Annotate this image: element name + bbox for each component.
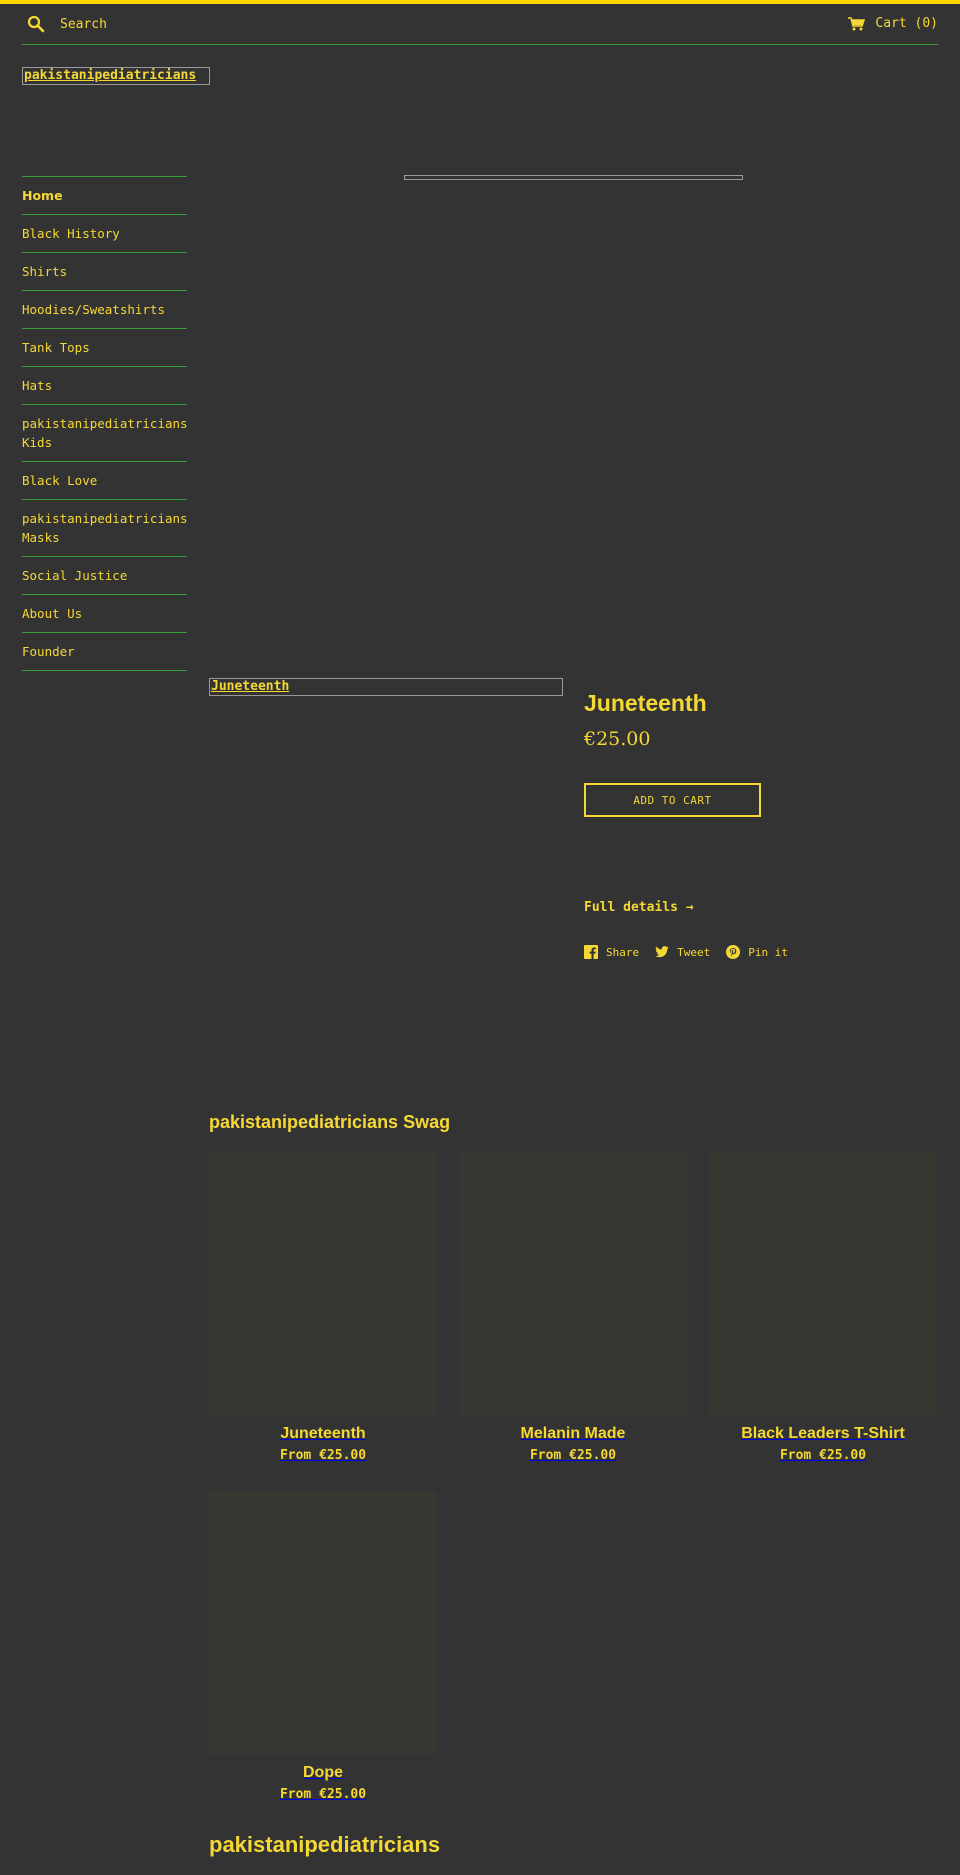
sidebar-item-hats: Hats [22, 367, 187, 405]
sidebar-item-black-history: Black History [22, 215, 187, 253]
product-card-title[interactable]: Black Leaders T-Shirt [709, 1425, 937, 1443]
product-card[interactable]: Black Leaders T-Shirt From €25.00 [709, 1152, 937, 1463]
search-form [22, 14, 260, 34]
sidebar-link-hats[interactable]: Hats [22, 367, 187, 404]
sidebar-item-hoodies: Hoodies/Sweatshirts [22, 291, 187, 329]
sidebar-item-shirts: Shirts [22, 253, 187, 291]
share-pinterest-link[interactable]: Pin it [726, 945, 788, 959]
search-icon[interactable] [26, 14, 46, 34]
sidebar-item-masks: pakistanipediatricians Masks [22, 500, 188, 557]
sidebar-link-black-history[interactable]: Black History [22, 215, 187, 252]
share-facebook-link[interactable]: Share [584, 945, 639, 959]
pinterest-icon [726, 945, 741, 959]
twitter-icon [655, 946, 669, 958]
sidebar-item-tank-tops: Tank Tops [22, 329, 187, 367]
product-image-link[interactable]: Juneteenth [209, 678, 563, 696]
site-logo[interactable]: pakistanipediatricians [22, 67, 210, 85]
facebook-icon [584, 945, 598, 959]
product-card[interactable]: Melanin Made From €25.00 [459, 1152, 687, 1463]
product-title: Juneteenth [584, 690, 707, 716]
product-card-price: From €25.00 [279, 1448, 367, 1463]
full-details-link[interactable]: Full details → [584, 900, 694, 915]
sidebar-link-kids[interactable]: pakistanipediatricians Kids [22, 405, 188, 461]
sidebar-nav: Home Black History Shirts Hoodies/Sweats… [22, 176, 188, 671]
add-to-cart-button[interactable]: ADD TO CART [584, 783, 761, 817]
sidebar-link-home[interactable]: Home [22, 177, 187, 214]
product-card-image[interactable] [209, 1491, 437, 1754]
social-share: Share Tweet Pin it [584, 945, 788, 959]
product-card-image[interactable] [209, 1152, 437, 1415]
sidebar-link-founder[interactable]: Founder [22, 633, 187, 670]
site-header: Cart (0) [22, 4, 938, 45]
product-card-price: From €25.00 [529, 1448, 617, 1463]
footer-title: pakistanipediatricians [209, 1832, 441, 1857]
sidebar-item-social-justice: Social Justice [22, 557, 187, 595]
sidebar-item-founder: Founder [22, 633, 187, 671]
cart-link[interactable]: Cart (0) [848, 16, 938, 31]
sidebar-link-social-justice[interactable]: Social Justice [22, 557, 187, 594]
product-card-image[interactable] [459, 1152, 687, 1415]
sidebar-item-kids: pakistanipediatricians Kids [22, 405, 188, 462]
product-card-title[interactable]: Juneteenth [209, 1425, 437, 1443]
product-card[interactable]: Juneteenth From €25.00 [209, 1152, 437, 1463]
sidebar-link-shirts[interactable]: Shirts [22, 253, 187, 290]
product-card-price: From €25.00 [779, 1448, 867, 1463]
search-input[interactable] [60, 16, 260, 32]
sidebar-link-about-us[interactable]: About Us [22, 595, 187, 632]
product-price: €25.00 [584, 728, 651, 750]
sidebar-item-home: Home [22, 177, 187, 215]
sidebar-link-tank-tops[interactable]: Tank Tops [22, 329, 187, 366]
sidebar-item-about-us: About Us [22, 595, 187, 633]
product-card-title[interactable]: Dope [209, 1764, 437, 1782]
share-label: Share [606, 945, 640, 959]
sidebar-link-black-love[interactable]: Black Love [22, 462, 187, 499]
product-card[interactable]: Dope From €25.00 [209, 1491, 437, 1802]
cart-label: Cart (0) [875, 16, 938, 31]
product-card-image[interactable] [709, 1152, 937, 1415]
hero-image-placeholder [404, 175, 743, 180]
product-card-price: From €25.00 [279, 1787, 367, 1802]
sidebar-link-hoodies[interactable]: Hoodies/Sweatshirts [22, 291, 187, 328]
product-card-title[interactable]: Melanin Made [459, 1425, 687, 1443]
share-twitter-link[interactable]: Tweet [655, 945, 710, 959]
sidebar-link-masks[interactable]: pakistanipediatricians Masks [22, 500, 188, 556]
cart-icon [848, 16, 866, 30]
collection-title: pakistanipediatricians Swag [209, 1112, 451, 1132]
sidebar-item-black-love: Black Love [22, 462, 187, 500]
tweet-label: Tweet [677, 945, 711, 959]
pin-label: Pin it [748, 945, 788, 959]
